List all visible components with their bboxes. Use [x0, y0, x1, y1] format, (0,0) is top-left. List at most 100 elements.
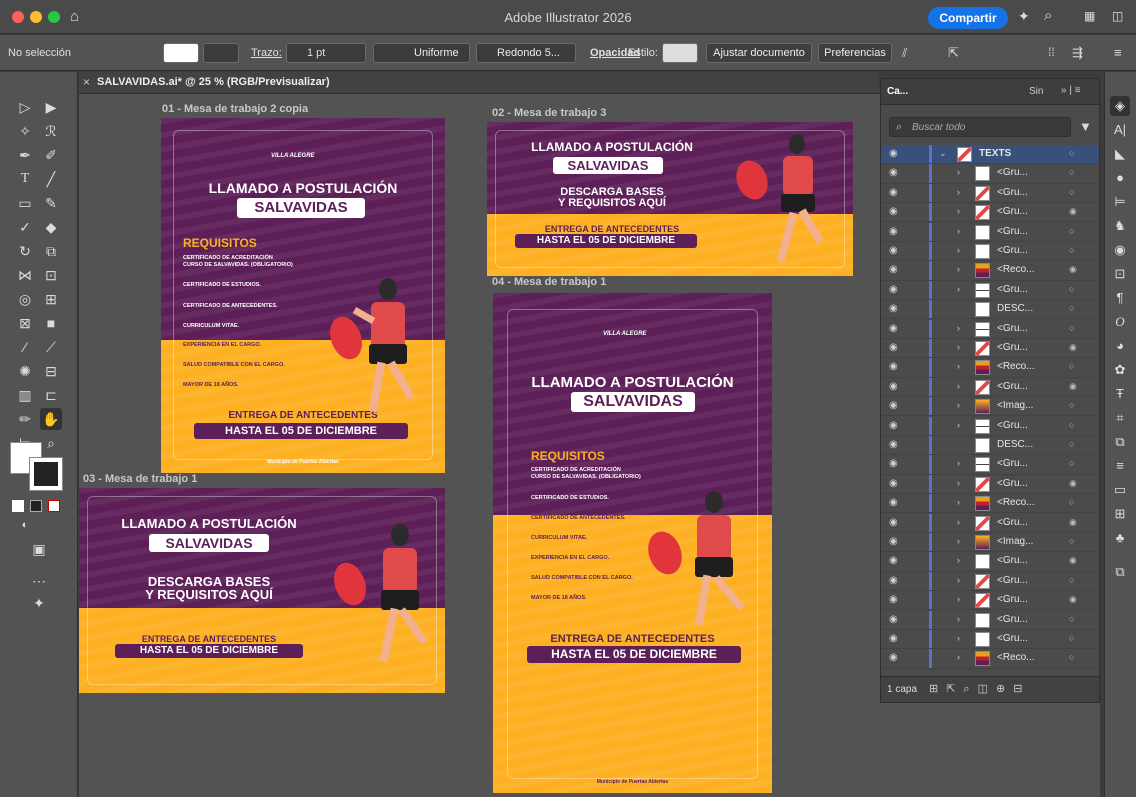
expand-chevron-icon[interactable]: ›	[957, 187, 960, 197]
target-icon[interactable]: ○	[1069, 226, 1074, 236]
stroke-weight-field[interactable]: 1 pt	[286, 43, 366, 63]
artboard-label-03[interactable]: 03 - Mesa de trabajo 1	[83, 473, 197, 485]
layer-row[interactable]: ◉ › <Reco... ○	[881, 494, 1099, 514]
artboard-tool-icon[interactable]: ⊟	[40, 360, 62, 382]
layer-row[interactable]: ◉ › <Gru... ◉	[881, 591, 1099, 611]
target-icon[interactable]: ○	[1069, 439, 1074, 449]
target-icon[interactable]: ◉	[1069, 594, 1077, 605]
club-panel-icon[interactable]: ♣	[1110, 528, 1130, 548]
visibility-eye-icon[interactable]: ◉	[889, 264, 898, 275]
expand-chevron-icon[interactable]: ›	[957, 342, 960, 352]
target-icon[interactable]: ○	[1069, 536, 1074, 546]
expand-chevron-icon[interactable]: ›	[957, 226, 960, 236]
layer-row[interactable]: ◉ › <Gru... ○	[881, 183, 1099, 204]
eyedropper-tool-icon[interactable]: ⁄	[14, 336, 36, 358]
pin-icon[interactable]: ✦	[28, 592, 50, 614]
target-icon[interactable]: ○	[1069, 323, 1074, 333]
visibility-eye-icon[interactable]: ◉	[889, 478, 898, 489]
expand-chevron-icon[interactable]: ›	[957, 400, 960, 410]
tab-other[interactable]: Sin	[1029, 86, 1043, 97]
brushes-panel-icon[interactable]: ✿	[1110, 360, 1130, 380]
pencil-tool-icon[interactable]: ✏	[14, 408, 36, 430]
layer-row[interactable]: ◉ › <Gru... ◉	[881, 339, 1099, 359]
target-icon[interactable]: ○	[1069, 652, 1074, 662]
fill-swatch[interactable]	[163, 43, 199, 63]
panel-toggle-icon[interactable]: ◫	[1112, 9, 1123, 23]
expand-chevron-icon[interactable]: ›	[957, 633, 960, 643]
appearance-panel-icon[interactable]: ◣	[1110, 144, 1130, 164]
brush-tool-icon[interactable]: ✎	[40, 192, 62, 214]
layer-row[interactable]: ◉ › <Reco... ○	[881, 649, 1099, 669]
target-icon[interactable]: ○	[1069, 633, 1074, 643]
target-icon[interactable]: ◉	[1069, 478, 1077, 489]
visibility-eye-icon[interactable]: ◉	[889, 420, 898, 431]
expand-chevron-icon[interactable]: ›	[957, 614, 960, 624]
arrange-icon[interactable]: ⇶	[1072, 45, 1083, 61]
glyphs-panel-icon[interactable]: Ŧ	[1110, 384, 1130, 404]
layer-row[interactable]: ◉ › <Gru... ○	[881, 319, 1099, 339]
draw-mode-icon[interactable]: ◐	[14, 514, 36, 536]
visibility-eye-icon[interactable]: ◉	[889, 633, 898, 644]
target-icon[interactable]: ○	[1069, 575, 1074, 585]
preferences-button[interactable]: Preferencias	[818, 43, 892, 63]
artboard-label-04[interactable]: 04 - Mesa de trabajo 1	[492, 276, 606, 288]
gradient-tool-icon[interactable]: ■	[40, 312, 62, 334]
none-mode-icon[interactable]	[48, 500, 60, 512]
gradient-panel-icon[interactable]: ▭	[1110, 480, 1130, 500]
shaper-tool-icon[interactable]: ✓	[14, 216, 36, 238]
layer-row[interactable]: ◉ › <Gru... ◉	[881, 474, 1099, 495]
expand-chevron-icon[interactable]: ›	[957, 478, 960, 488]
share-button[interactable]: Compartir	[928, 7, 1008, 29]
expand-chevron-icon[interactable]: ›	[957, 652, 960, 662]
artboard-01[interactable]: VILLA ALEGRE LLAMADO A POSTULACIÓN SALVA…	[161, 118, 445, 473]
target-icon[interactable]: ○	[1069, 148, 1074, 158]
visibility-eye-icon[interactable]: ◉	[889, 439, 898, 450]
magic-wand-tool-icon[interactable]: ✧	[14, 120, 36, 142]
symbols-panel-icon[interactable]: ⧉	[1110, 432, 1130, 452]
stroke-profile-select[interactable]: Uniforme	[373, 43, 470, 63]
gradient-mode-icon[interactable]	[30, 500, 42, 512]
line-tool-icon[interactable]: ╱	[40, 168, 62, 190]
expand-chevron-icon[interactable]: ›	[957, 284, 960, 294]
layer-row[interactable]: ◉ › <Reco... ○	[881, 358, 1099, 378]
target-icon[interactable]: ◉	[1069, 555, 1077, 566]
stroke-panel-icon[interactable]: ◉	[1110, 240, 1130, 260]
free-transform-tool-icon[interactable]: ⊡	[40, 264, 62, 286]
target-icon[interactable]: ○	[1069, 458, 1074, 468]
selection-tool-icon[interactable]: ▷	[14, 96, 36, 118]
layer-row[interactable]: ◉ › <Gru... ○	[881, 242, 1099, 262]
slice-tool-icon[interactable]: ⊏	[40, 384, 62, 406]
target-icon[interactable]: ◉	[1069, 206, 1077, 217]
width-tool-icon[interactable]: ⋈	[14, 264, 36, 286]
target-icon[interactable]: ○	[1069, 497, 1074, 507]
paragraph-panel-icon[interactable]: ¶	[1110, 288, 1130, 308]
visibility-eye-icon[interactable]: ◉	[889, 497, 898, 508]
visibility-eye-icon[interactable]: ◉	[889, 226, 898, 237]
visibility-eye-icon[interactable]: ◉	[889, 323, 898, 334]
visibility-eye-icon[interactable]: ◉	[889, 342, 898, 353]
layer-row[interactable]: ◉ › <Gru... ○	[881, 571, 1099, 592]
opentype-panel-icon[interactable]: O	[1110, 312, 1130, 332]
shape-builder-tool-icon[interactable]: ◎	[14, 288, 36, 310]
align-icon[interactable]: ⫽	[902, 46, 907, 61]
stroke-color-swatch[interactable]	[29, 457, 63, 491]
close-tab-icon[interactable]: ×	[83, 75, 90, 89]
color-panel-icon[interactable]: ●	[1110, 168, 1130, 188]
visibility-eye-icon[interactable]: ◉	[889, 167, 898, 178]
artboard-label-01[interactable]: 01 - Mesa de trabajo 2 copia	[162, 103, 308, 115]
visibility-eye-icon[interactable]: ◉	[889, 536, 898, 547]
brush-select[interactable]: Redondo 5...	[476, 43, 576, 63]
expand-chevron-icon[interactable]: ›	[957, 555, 960, 565]
layer-row[interactable]: ◉ DESC... ○	[881, 300, 1099, 320]
visibility-eye-icon[interactable]: ◉	[889, 245, 898, 256]
align-panel-icon[interactable]: ⊨	[1110, 192, 1130, 212]
layer-row[interactable]: ◉ › <Gru... ○	[881, 164, 1099, 184]
layer-row[interactable]: ◉ › <Gru... ○	[881, 280, 1099, 301]
expand-chevron-icon[interactable]: ›	[957, 458, 960, 468]
export-icon[interactable]: ⇱	[948, 45, 959, 61]
menu-icon[interactable]: ≡	[1114, 45, 1122, 60]
zoom-tool-icon[interactable]: ⌕	[40, 432, 62, 454]
collapse-chevron-icon[interactable]: ⌄	[939, 148, 947, 159]
type-tool-icon[interactable]: T	[14, 168, 36, 190]
target-icon[interactable]: ○	[1069, 245, 1074, 255]
